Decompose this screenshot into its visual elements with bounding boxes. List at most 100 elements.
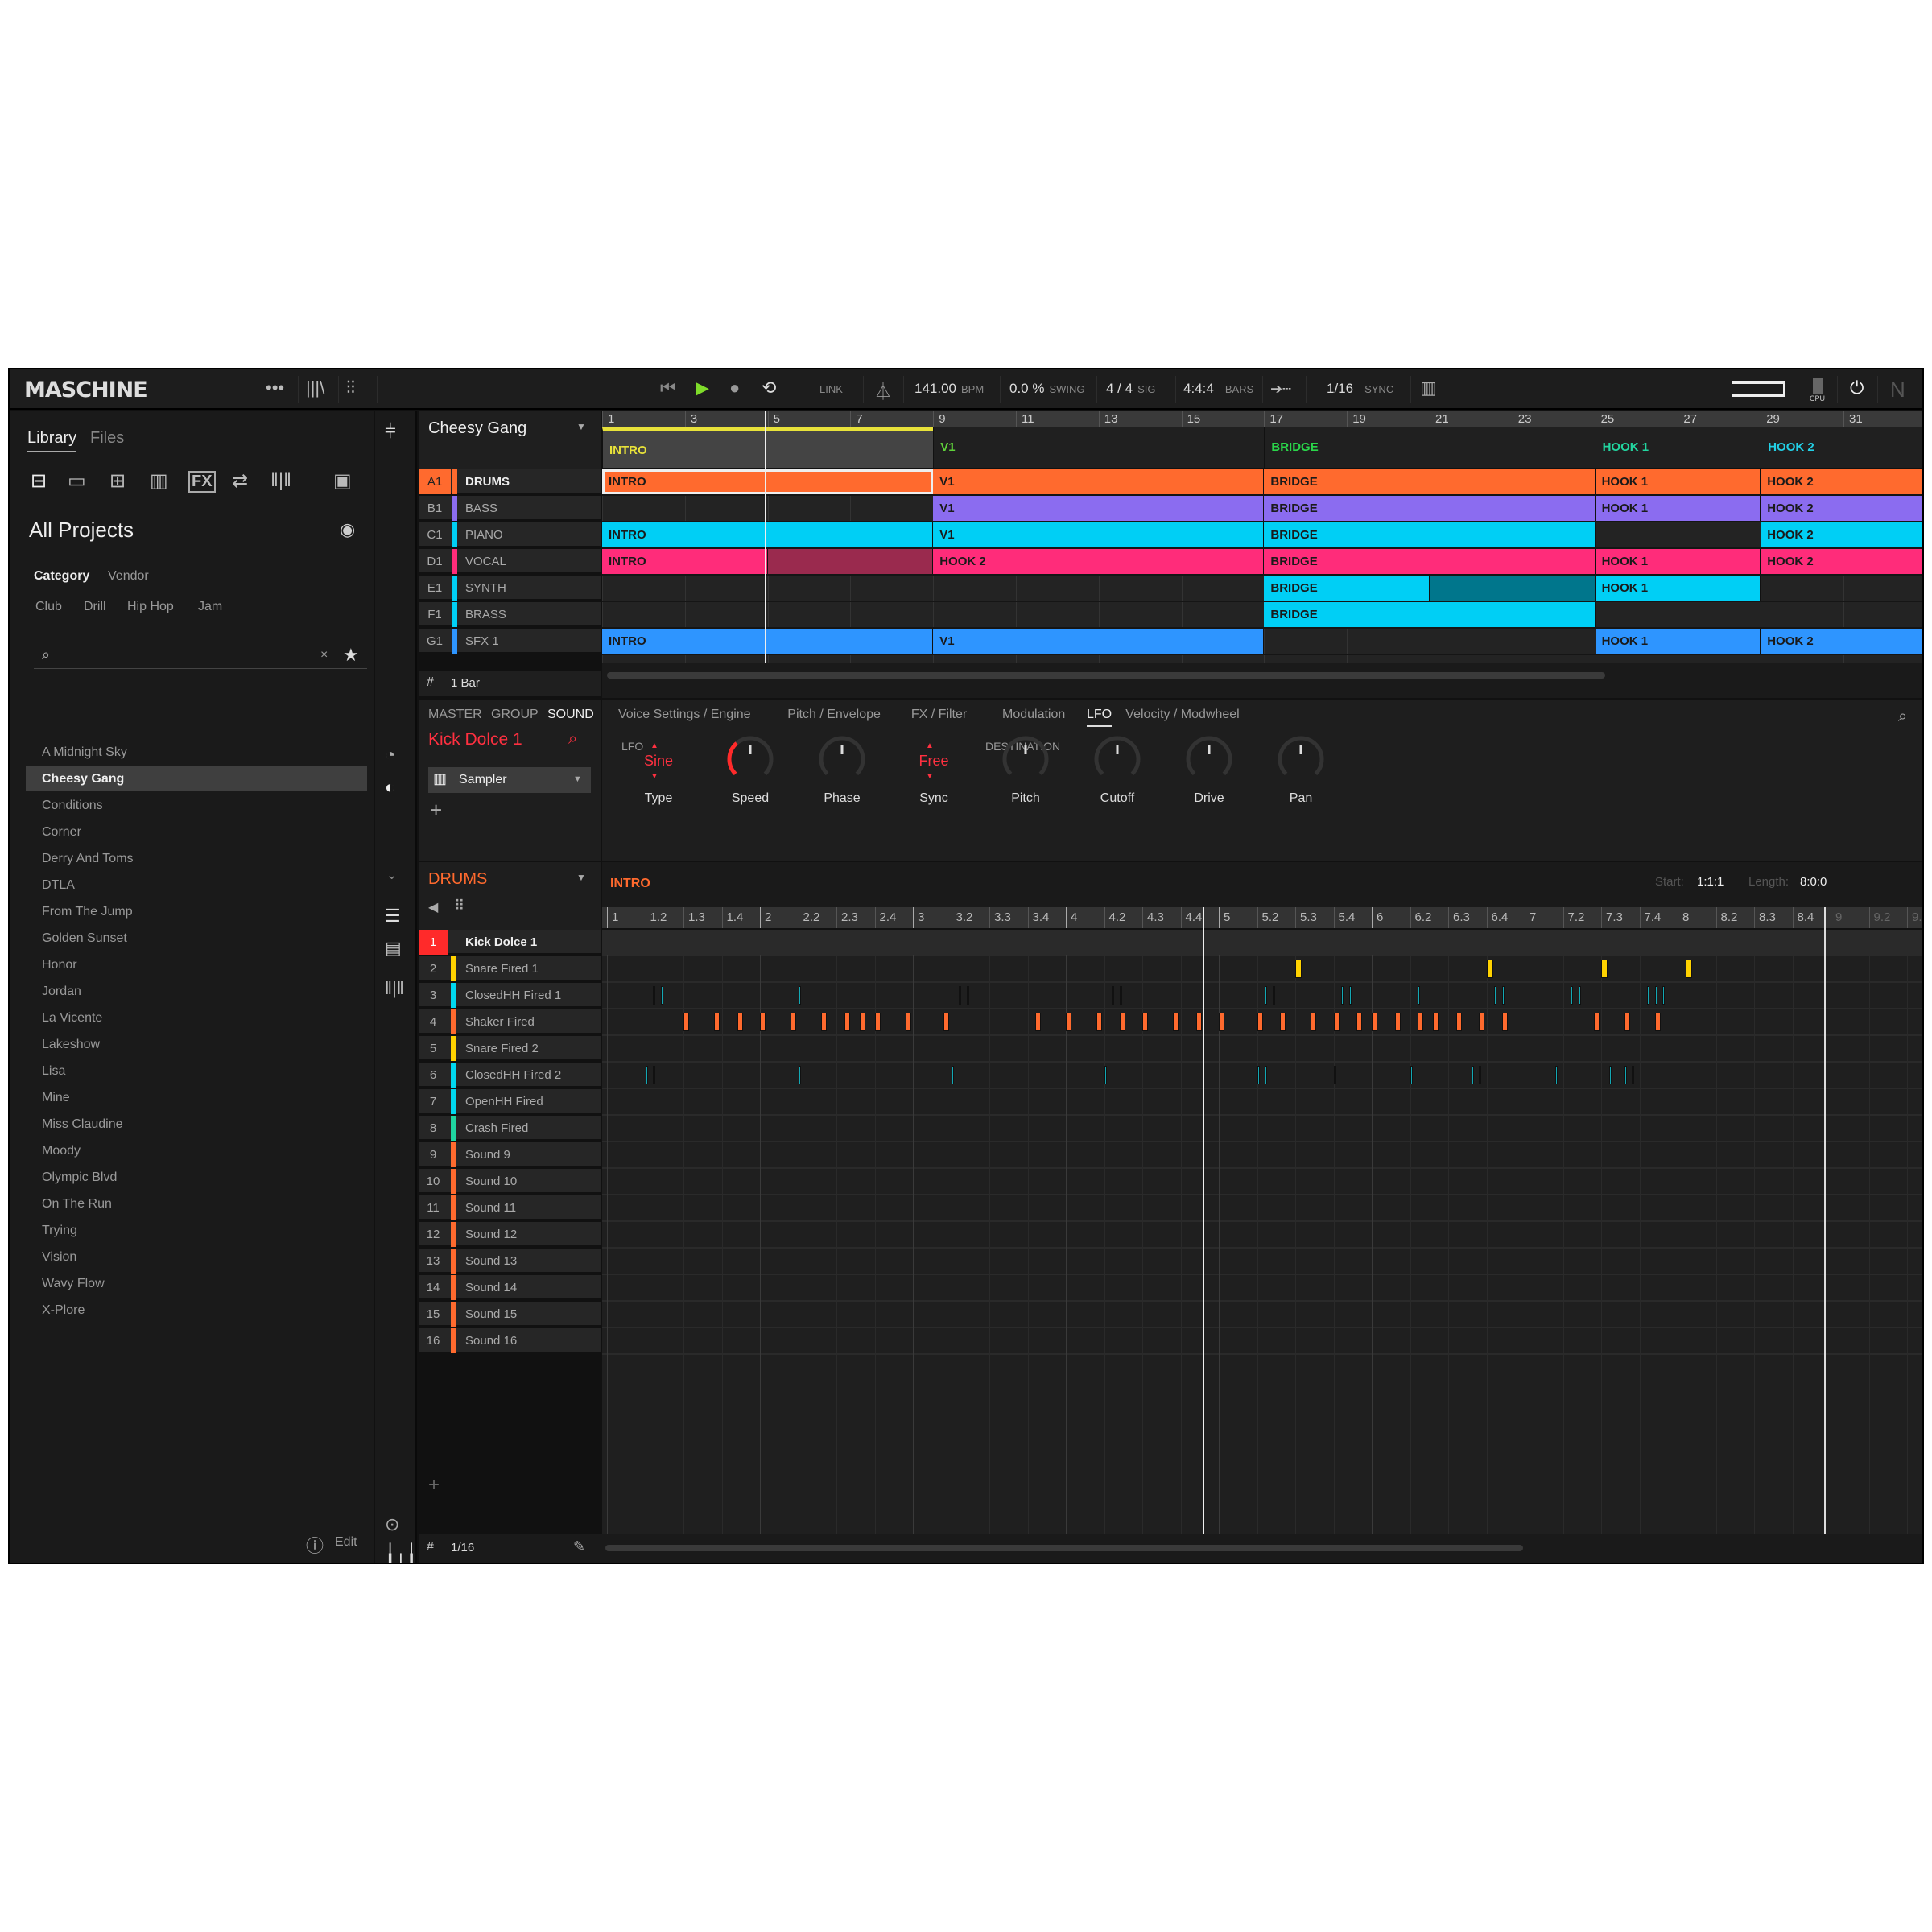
add-sound-button[interactable]: + bbox=[428, 1474, 440, 1496]
clip[interactable]: HOOK 2 bbox=[1761, 496, 1922, 521]
user-icon[interactable]: ▣ bbox=[333, 469, 352, 493]
note-hihat[interactable] bbox=[1494, 986, 1496, 1005]
clip[interactable]: INTRO bbox=[602, 629, 934, 654]
bars-display[interactable]: 4:4:4 BARS bbox=[1183, 381, 1253, 397]
clip[interactable]: V1 bbox=[933, 469, 1265, 494]
pattern-scrollbar[interactable] bbox=[605, 1545, 1523, 1551]
sound-row[interactable]: 2 Snare Fired 1 bbox=[419, 956, 601, 981]
note-hihat[interactable] bbox=[1501, 986, 1505, 1005]
project-item[interactable]: On The Run bbox=[26, 1191, 367, 1216]
project-item[interactable]: From The Jump bbox=[26, 899, 367, 924]
scene[interactable]: V1 bbox=[933, 427, 1264, 468]
knob[interactable] bbox=[1093, 735, 1141, 783]
project-item[interactable]: Wavy Flow bbox=[26, 1271, 367, 1296]
clip[interactable] bbox=[1430, 576, 1596, 601]
clip[interactable]: BRIDGE bbox=[1264, 522, 1596, 547]
note-hihat[interactable] bbox=[1272, 986, 1275, 1005]
pattern-ruler[interactable]: 1 1.2 1.3 1.4 2 2.2 2.3 2.4 3 3.2 3.3 3.4 4 4.2 4.3 4.4… bbox=[602, 907, 1922, 928]
note-hihat[interactable] bbox=[1571, 986, 1573, 1005]
note-shaker[interactable] bbox=[859, 1013, 865, 1031]
note-shaker[interactable] bbox=[1433, 1013, 1439, 1031]
bpm-display[interactable]: 141.00 BPM bbox=[914, 381, 984, 397]
loops-icon[interactable]: ⇄ bbox=[232, 469, 248, 493]
arranger-icon[interactable]: ⫩ bbox=[385, 421, 396, 444]
pattern-start[interactable]: 1:1:1 bbox=[1697, 875, 1724, 889]
note-shaker[interactable] bbox=[1479, 1013, 1484, 1031]
selector-value[interactable]: Free bbox=[902, 753, 966, 770]
arranger-ruler[interactable]: 1 3 5 7 9 11 13 15 17 19 21 23 25 27 29 31 bbox=[602, 411, 1922, 427]
collapse-down-icon[interactable]: ⌄ bbox=[386, 867, 397, 883]
clip[interactable] bbox=[767, 549, 934, 574]
sound-row[interactable]: 8 Crash Fired bbox=[419, 1116, 601, 1141]
swing-display[interactable]: 0.0 % SWING bbox=[1009, 381, 1085, 397]
projects-icon[interactable]: ⊟ bbox=[31, 469, 47, 493]
sound-name[interactable]: Kick Dolce 1 bbox=[428, 730, 522, 749]
groups-icon[interactable]: ▭ bbox=[68, 469, 86, 493]
clip[interactable]: V1 bbox=[933, 629, 1265, 654]
knob[interactable] bbox=[1185, 735, 1233, 783]
sound-row[interactable]: 1 Kick Dolce 1 bbox=[419, 930, 601, 955]
edit-button[interactable]: Edit bbox=[335, 1535, 357, 1550]
clip[interactable]: HOOK 1 bbox=[1595, 629, 1761, 654]
knob[interactable] bbox=[1277, 735, 1325, 783]
selector-up-icon[interactable]: ▲ bbox=[650, 741, 658, 750]
note-shaker[interactable] bbox=[905, 1013, 911, 1031]
note-shaker[interactable] bbox=[821, 1013, 827, 1031]
search-field[interactable]: ⌕ × ★ bbox=[34, 643, 367, 669]
note-hihat[interactable] bbox=[1471, 1066, 1474, 1084]
note-shaker[interactable] bbox=[1418, 1013, 1423, 1031]
project-item[interactable]: Jordan bbox=[26, 979, 367, 1004]
group-row[interactable]: F1 BRASS bbox=[419, 602, 601, 627]
note-shaker[interactable] bbox=[1219, 1013, 1224, 1031]
mixer-icon[interactable]: ⫶⫶ bbox=[346, 378, 355, 398]
project-item[interactable]: Vision bbox=[26, 1245, 367, 1269]
scene[interactable]: HOOK 2 bbox=[1761, 427, 1922, 468]
knob[interactable] bbox=[726, 735, 774, 783]
clip[interactable]: BRIDGE bbox=[1264, 496, 1596, 521]
note-hihat[interactable] bbox=[1555, 1066, 1558, 1084]
note-shaker[interactable] bbox=[1455, 1013, 1462, 1031]
note-snare[interactable] bbox=[1295, 960, 1302, 978]
note-hihat[interactable] bbox=[1348, 986, 1352, 1005]
search-input[interactable] bbox=[61, 645, 319, 664]
tag-hip-hop[interactable]: Hip Hop bbox=[127, 600, 174, 614]
clip[interactable]: V1 bbox=[933, 522, 1265, 547]
project-item[interactable]: Conditions bbox=[26, 793, 367, 818]
note-hihat[interactable] bbox=[1418, 986, 1420, 1005]
note-shaker[interactable] bbox=[1593, 1013, 1600, 1031]
horizontal-scrollbar[interactable] bbox=[607, 672, 1605, 679]
project-item[interactable]: DTLA bbox=[26, 873, 367, 898]
project-item[interactable]: X-Plore bbox=[26, 1298, 367, 1323]
sound-row[interactable]: 16 Sound 16 bbox=[419, 1328, 601, 1353]
more-icon[interactable]: ••• bbox=[266, 378, 284, 398]
control-icon[interactable]: ◔ bbox=[385, 745, 395, 766]
note-hihat[interactable] bbox=[1112, 986, 1114, 1005]
note-hihat[interactable] bbox=[1265, 1066, 1267, 1084]
sampler-view-icon[interactable]: ‖|‖ bbox=[385, 978, 404, 999]
param-tab[interactable]: Modulation bbox=[1002, 708, 1065, 722]
note-hihat[interactable] bbox=[653, 986, 655, 1005]
sound-row[interactable]: 15 Sound 15 bbox=[419, 1302, 601, 1327]
note-shaker[interactable] bbox=[1654, 1013, 1661, 1031]
info-icon[interactable]: ⓘ bbox=[306, 1532, 324, 1558]
clip[interactable]: HOOK 1 bbox=[1595, 496, 1761, 521]
group-row[interactable]: C1 PIANO bbox=[419, 522, 601, 547]
note-hihat[interactable] bbox=[1624, 1066, 1627, 1084]
sound-row[interactable]: 4 Shaker Fired bbox=[419, 1009, 601, 1034]
note-shaker[interactable] bbox=[943, 1013, 949, 1031]
note-snare[interactable] bbox=[1486, 960, 1493, 978]
mute-speaker-icon[interactable]: ◀ bbox=[428, 899, 438, 915]
note-shaker[interactable] bbox=[737, 1013, 743, 1031]
group-row[interactable]: G1 SFX 1 bbox=[419, 629, 601, 654]
pad-grid-icon[interactable]: ⠿ bbox=[454, 898, 464, 914]
clip[interactable]: BRIDGE bbox=[1264, 469, 1596, 494]
tag-drill[interactable]: Drill bbox=[84, 600, 106, 614]
note-hihat[interactable] bbox=[645, 1066, 648, 1084]
pattern-grid[interactable] bbox=[602, 930, 1922, 1534]
group-dropdown-icon[interactable]: ▼ bbox=[576, 872, 586, 883]
project-dropdown-icon[interactable]: ▼ bbox=[576, 421, 586, 432]
note-shaker[interactable] bbox=[1096, 1013, 1102, 1031]
clip[interactable]: BRIDGE bbox=[1264, 576, 1430, 601]
selector-down-icon[interactable]: ▼ bbox=[650, 772, 658, 781]
knob[interactable] bbox=[1001, 735, 1050, 783]
